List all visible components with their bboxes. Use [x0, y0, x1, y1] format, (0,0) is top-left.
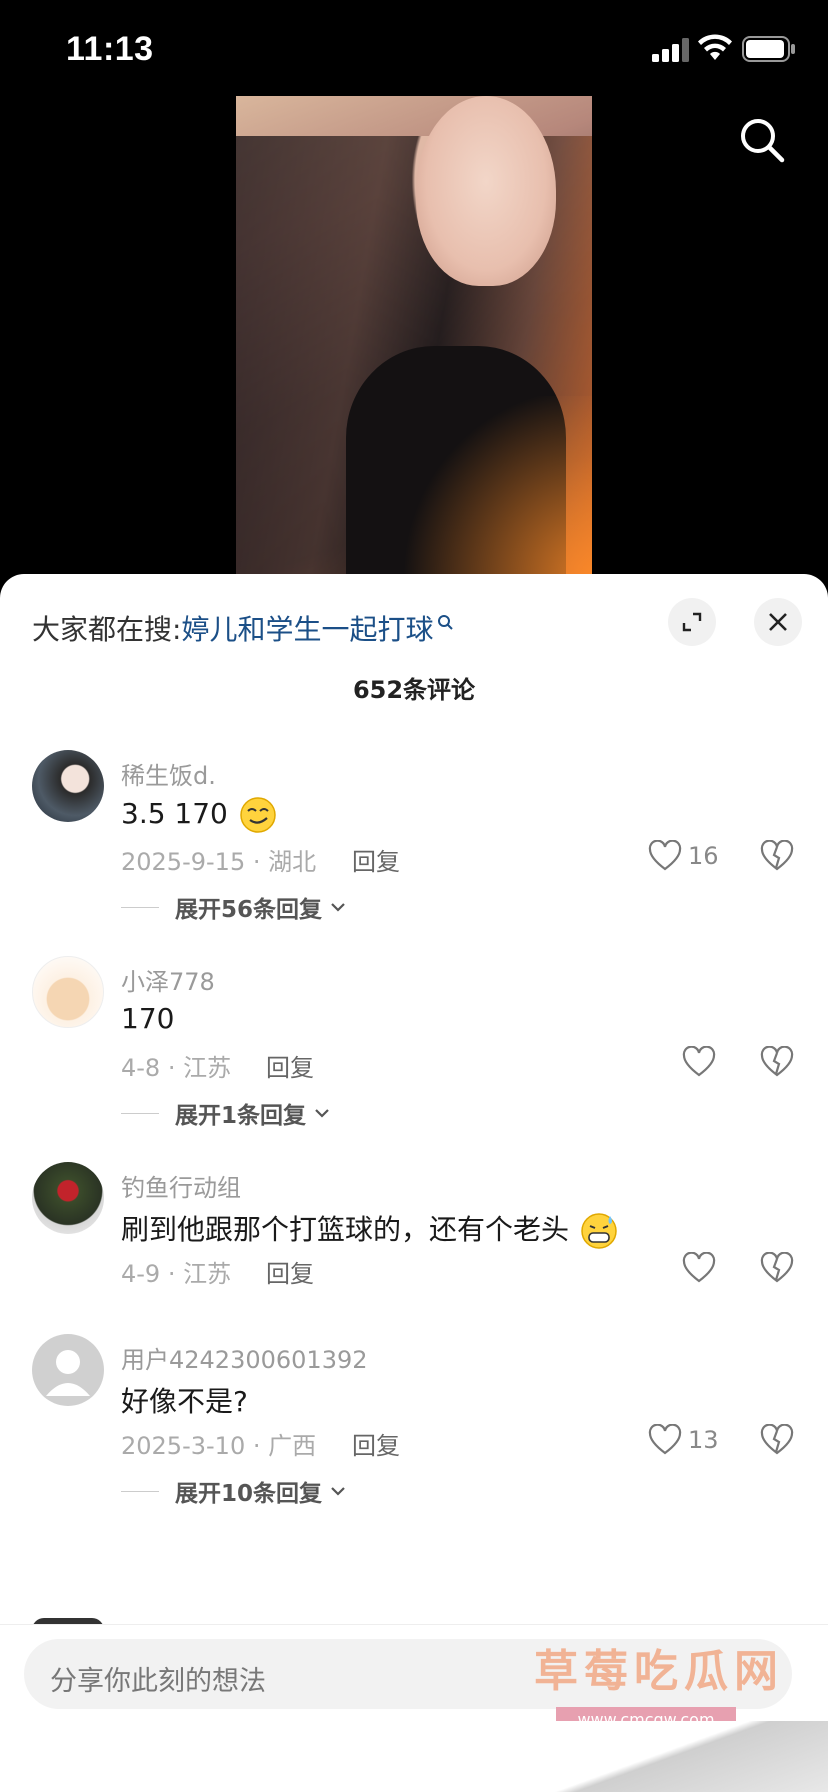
comment-date-location: 4-9 · 江苏: [121, 1260, 232, 1288]
default-user-icon: [46, 1350, 90, 1396]
comment-date-location: 2025-9-15 · 湖北: [121, 848, 317, 876]
dislike-icon[interactable]: [760, 1046, 794, 1078]
battery-icon: [742, 36, 795, 62]
avatar[interactable]: [32, 956, 104, 1028]
chevron-down-icon: [331, 1487, 345, 1496]
status-time: 11:13: [66, 30, 154, 68]
expand-replies-button[interactable]: 展开56条回复: [121, 890, 346, 924]
close-button[interactable]: [754, 598, 802, 646]
comment-count: 652条评论: [352, 676, 476, 704]
like-count: 13: [688, 1426, 719, 1454]
like-button[interactable]: 16: [648, 840, 719, 872]
reply-button[interactable]: 回复: [352, 842, 400, 877]
watermark-logo: 草莓吃瓜网: [534, 1646, 784, 1697]
like-button[interactable]: [682, 1252, 716, 1284]
video-area[interactable]: [0, 96, 828, 576]
search-small-icon: [438, 615, 454, 630]
heart-icon: [682, 1252, 716, 1283]
expand-icon: [682, 612, 702, 632]
search-icon[interactable]: [736, 114, 788, 166]
cellular-signal-icon: [652, 38, 689, 62]
comment-date-location: 2025-3-10 · 广西: [121, 1432, 317, 1460]
heart-icon: [682, 1046, 716, 1077]
page-curl-decoration: [494, 1721, 828, 1792]
expand-replies-button[interactable]: 展开1条回复: [121, 1096, 330, 1130]
wifi-icon: [698, 34, 732, 60]
close-icon: [769, 613, 787, 631]
trending-keyword[interactable]: 婷儿和学生一起打球: [181, 608, 433, 648]
like-button[interactable]: [682, 1046, 716, 1078]
expand-replies-button[interactable]: 展开10条回复: [121, 1474, 346, 1508]
status-bar: 11:13: [0, 0, 828, 96]
comment-text: 3.5 170: [121, 796, 277, 834]
fullscreen-button[interactable]: [668, 598, 716, 646]
dislike-icon[interactable]: [760, 1424, 794, 1456]
heart-icon: [648, 840, 682, 871]
comment-date-location: 4-8 · 江苏: [121, 1054, 232, 1082]
comment-text: 刷到他跟那个打篮球的，还有个老头: [121, 1208, 618, 1250]
chevron-down-icon: [331, 903, 345, 912]
grin-sweat-emoji-icon: [581, 1213, 617, 1249]
avatar-default[interactable]: [32, 1334, 104, 1406]
dislike-icon[interactable]: [760, 840, 794, 872]
smirk-emoji-icon: [240, 797, 276, 833]
comment-text: 好像不是?: [121, 1385, 248, 1418]
heart-icon: [648, 1424, 682, 1455]
comment-username[interactable]: 钓鱼行动组: [121, 1168, 241, 1203]
trending-prefix: 大家都在搜:: [32, 613, 182, 646]
trending-search[interactable]: 大家都在搜: 婷儿和学生一起打球: [32, 608, 454, 648]
like-count: 16: [688, 842, 719, 870]
reply-button[interactable]: 回复: [266, 1254, 314, 1289]
reply-button[interactable]: 回复: [266, 1048, 314, 1083]
comment-composer: 分享你此刻的想法 草莓吃瓜网 www.cmcgw.com: [0, 1624, 828, 1792]
comment-username[interactable]: 小泽778: [121, 962, 215, 997]
avatar[interactable]: [32, 1162, 104, 1234]
comments-sheet: 大家都在搜: 婷儿和学生一起打球 652条评论 稀生饭d. 3.5 170 20…: [0, 574, 828, 1792]
comment-username[interactable]: 稀生饭d.: [121, 756, 216, 791]
chevron-down-icon: [315, 1109, 329, 1118]
comment-text: 170: [121, 1002, 175, 1035]
comment-username[interactable]: 用户4242300601392: [121, 1340, 368, 1375]
comment-input-placeholder: 分享你此刻的想法: [50, 1666, 266, 1697]
avatar[interactable]: [32, 750, 104, 822]
video-thumbnail[interactable]: [236, 96, 592, 576]
like-button[interactable]: 13: [648, 1424, 719, 1456]
dislike-icon[interactable]: [760, 1252, 794, 1284]
reply-button[interactable]: 回复: [352, 1426, 400, 1461]
